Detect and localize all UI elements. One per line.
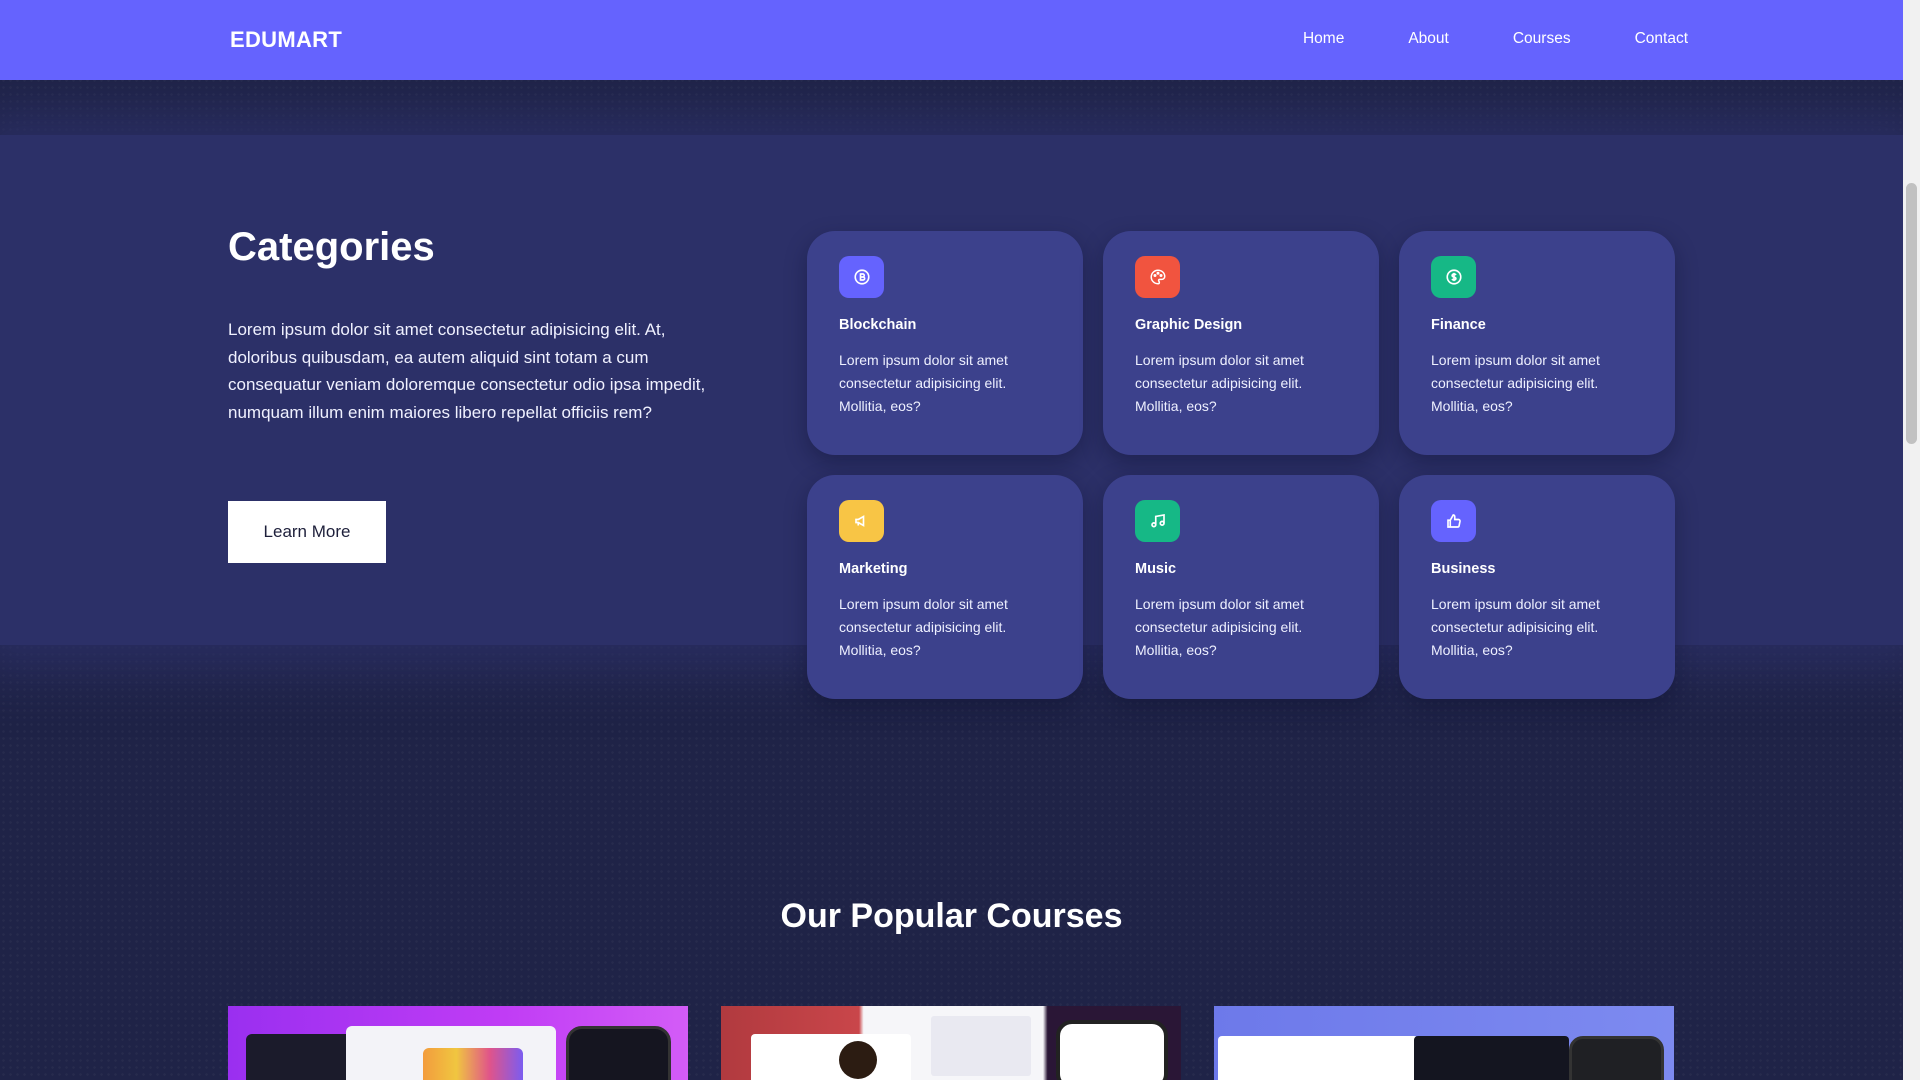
category-card-graphic-design[interactable]: Graphic Design Lorem ipsum dolor sit ame…: [1103, 231, 1379, 455]
music-note-icon: [1135, 500, 1180, 542]
nav-link-home[interactable]: Home: [1303, 30, 1344, 48]
categories-title: Categories: [228, 225, 435, 269]
page-scrollbar[interactable]: [1903, 0, 1920, 1080]
mockup-dashboard-dark: [1414, 1036, 1569, 1080]
scrollbar-thumb[interactable]: [1906, 183, 1917, 444]
category-title: Graphic Design: [1135, 317, 1243, 333]
category-title: Business: [1431, 561, 1496, 577]
mockup-phone: [566, 1026, 671, 1080]
category-title: Music: [1135, 561, 1177, 577]
mockup-portfolio-page: [751, 1034, 911, 1080]
nav-links: Home About Courses Contact: [1303, 30, 1688, 48]
category-card-marketing[interactable]: Marketing Lorem ipsum dolor sit amet con…: [807, 475, 1083, 699]
mockup-phone: [1056, 1020, 1168, 1080]
category-card-music[interactable]: Music Lorem ipsum dolor sit amet consect…: [1103, 475, 1379, 699]
nav-link-courses[interactable]: Courses: [1513, 30, 1571, 48]
course-card-image-portfolio[interactable]: [721, 1006, 1181, 1080]
category-text: Lorem ipsum dolor sit amet consectetur a…: [1431, 352, 1600, 414]
learn-more-button[interactable]: Learn More: [228, 501, 386, 563]
nav-link-contact[interactable]: Contact: [1635, 30, 1688, 48]
megaphone-icon: [839, 500, 884, 542]
mockup-phone: [1569, 1036, 1664, 1080]
course-card-image-social-app[interactable]: [228, 1006, 688, 1080]
brand-logo[interactable]: EDUMART: [230, 27, 342, 53]
category-text: Lorem ipsum dolor sit amet consectetur a…: [839, 352, 1008, 414]
category-cards: Blockchain Lorem ipsum dolor sit amet co…: [807, 231, 1675, 699]
top-navbar: EDUMART Home About Courses Contact: [0, 0, 1903, 80]
category-text: Lorem ipsum dolor sit amet consectetur a…: [1431, 596, 1600, 658]
category-title: Marketing: [839, 561, 908, 577]
nav-link-about[interactable]: About: [1408, 30, 1449, 48]
category-card-business[interactable]: Business Lorem ipsum dolor sit amet cons…: [1399, 475, 1675, 699]
thumbs-up-icon: [1431, 500, 1476, 542]
category-card-blockchain[interactable]: Blockchain Lorem ipsum dolor sit amet co…: [807, 231, 1083, 455]
category-text: Lorem ipsum dolor sit amet consectetur a…: [1135, 352, 1304, 414]
category-title: Blockchain: [839, 317, 917, 333]
popular-courses-title: Our Popular Courses: [780, 897, 1123, 935]
categories-description: Lorem ipsum dolor sit amet consectetur a…: [228, 320, 706, 422]
course-card-image-dashboard[interactable]: [1214, 1006, 1674, 1080]
mockup-avatar: [839, 1041, 877, 1079]
dollar-coin-icon: [1431, 256, 1476, 298]
category-text: Lorem ipsum dolor sit amet consectetur a…: [839, 596, 1008, 658]
bitcoin-icon: [839, 256, 884, 298]
mockup-gallery: [423, 1048, 523, 1080]
palette-icon: [1135, 256, 1180, 298]
mockup-page-section: [931, 1016, 1031, 1076]
mockup-dark-screen: [246, 1034, 356, 1080]
category-title: Finance: [1431, 317, 1486, 333]
mockup-dashboard-light: [1218, 1036, 1418, 1080]
category-text: Lorem ipsum dolor sit amet consectetur a…: [1135, 596, 1304, 658]
category-card-finance[interactable]: Finance Lorem ipsum dolor sit amet conse…: [1399, 231, 1675, 455]
